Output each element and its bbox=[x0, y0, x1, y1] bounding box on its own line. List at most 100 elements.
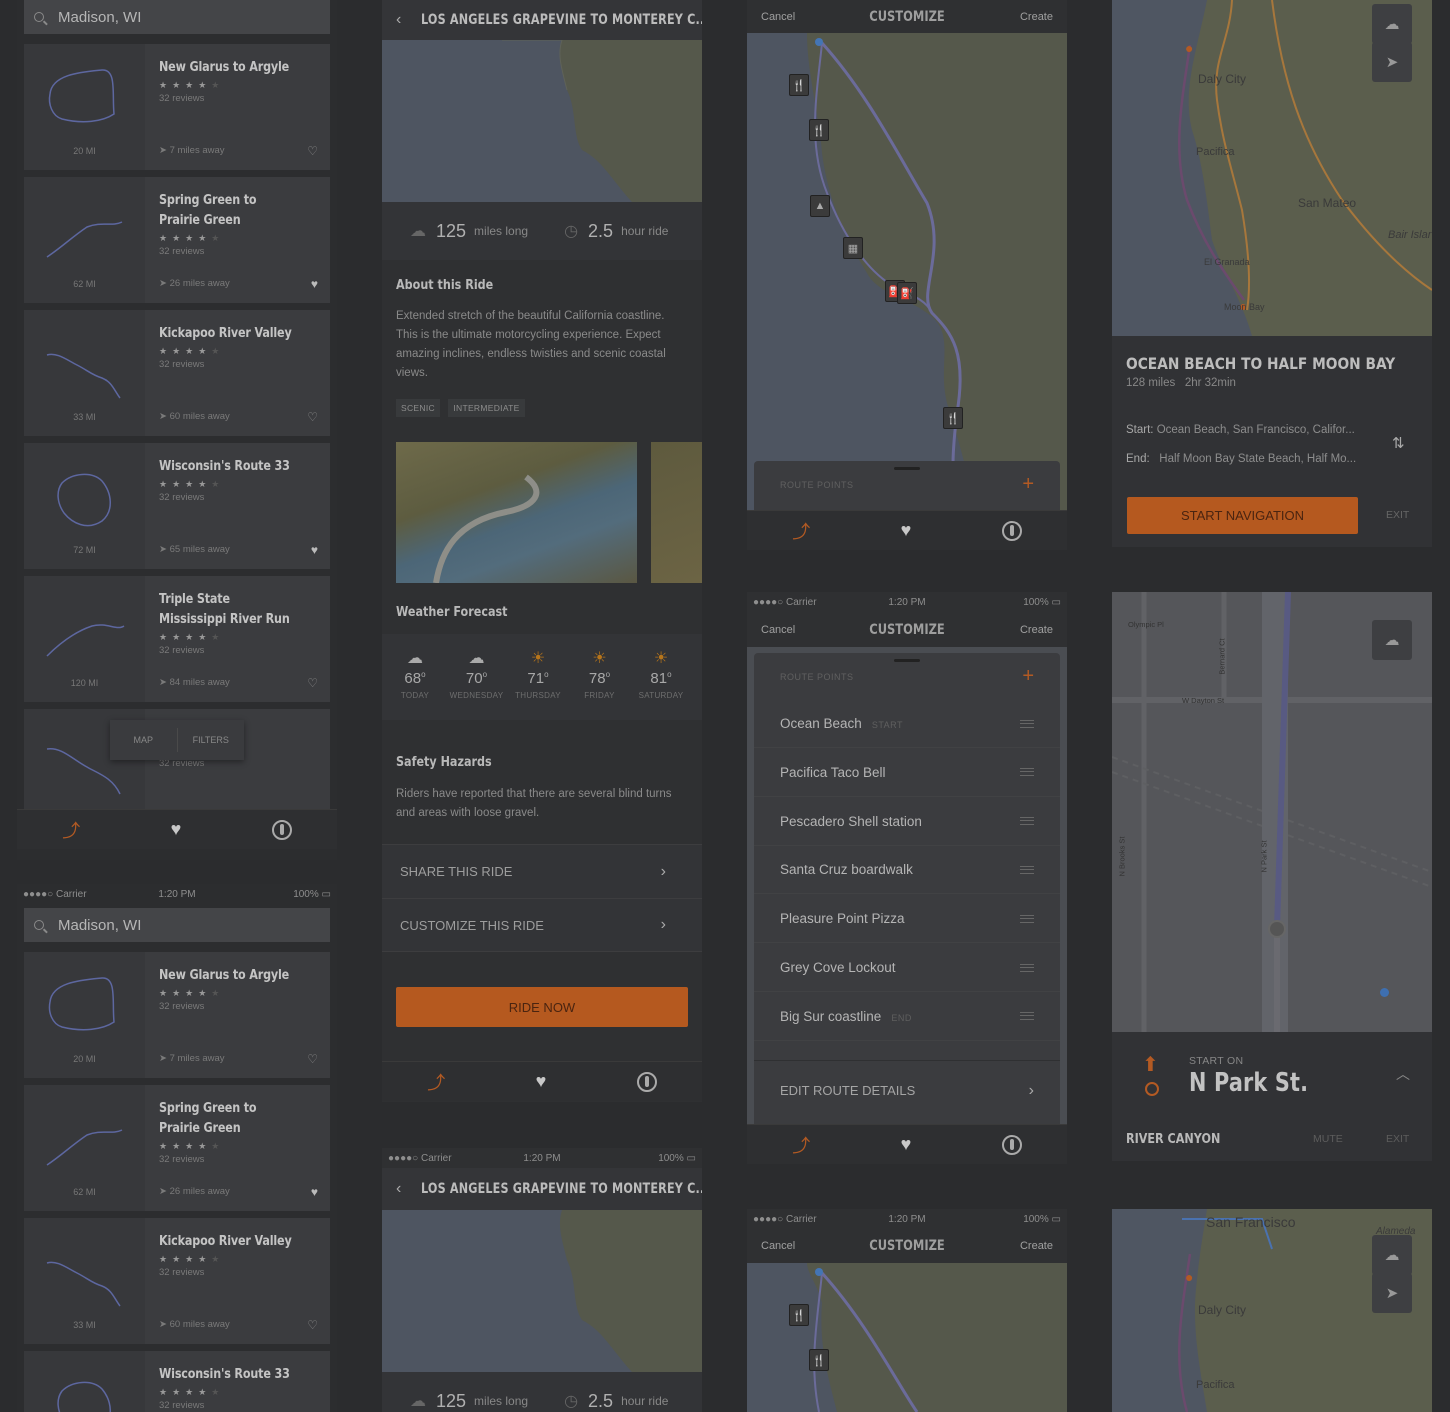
create-button[interactable]: Create bbox=[1020, 624, 1053, 636]
customize-map[interactable]: 🍴 🍴 bbox=[747, 1263, 1067, 1412]
exit-button[interactable]: EXIT bbox=[1386, 509, 1409, 521]
start-pin-icon: ● bbox=[1185, 40, 1194, 56]
route-card[interactable]: 72 MI Wisconsin's Route 33 ★★★★★ 32 revi… bbox=[24, 1351, 330, 1412]
favorite-heart-icon[interactable]: ♡ bbox=[307, 1052, 318, 1066]
favorite-heart-icon[interactable]: ♥ bbox=[311, 277, 318, 291]
route-card[interactable]: 33 MI Kickapoo River Valley ★★★★★ 32 rev… bbox=[24, 1218, 330, 1344]
route-point-item[interactable]: Grey Cove Lockout bbox=[754, 944, 1060, 992]
helmet-button[interactable]: ☁ bbox=[1372, 620, 1412, 660]
camp-marker-icon[interactable]: ▲ bbox=[810, 195, 830, 217]
plus-icon[interactable]: + bbox=[1022, 665, 1034, 688]
favorites-tab-icon[interactable]: ♥ bbox=[536, 1071, 547, 1092]
route-point-item[interactable]: Pleasure Point Pizza bbox=[754, 895, 1060, 944]
map-toggle-button[interactable]: MAP bbox=[110, 720, 177, 760]
helmet-button[interactable]: ☁ bbox=[1372, 4, 1412, 44]
route-tab-icon[interactable]: ⤴ bbox=[427, 1069, 445, 1095]
drag-handle-icon[interactable] bbox=[1020, 963, 1034, 972]
favorites-tab-icon[interactable]: ♥ bbox=[901, 1134, 912, 1155]
route-card[interactable]: 62 MI Spring Green to Prairie Green ★★★★… bbox=[24, 1085, 330, 1211]
edit-route-row[interactable]: EDIT ROUTE DETAILS › bbox=[754, 1060, 1060, 1120]
profile-tab-icon[interactable] bbox=[271, 819, 292, 840]
favorite-heart-icon[interactable]: ♡ bbox=[307, 144, 318, 158]
favorites-tab-icon[interactable]: ♥ bbox=[901, 520, 912, 541]
search-bar-2[interactable]: Madison, WI bbox=[24, 908, 330, 942]
profile-tab-icon[interactable] bbox=[636, 1071, 657, 1092]
route-card[interactable]: 72 MI Wisconsin's Route 33 ★★★★★ 32 revi… bbox=[24, 443, 330, 569]
ride-photo[interactable] bbox=[396, 442, 637, 584]
restaurant-marker-icon[interactable]: 🍴 bbox=[789, 74, 809, 96]
drag-handle-icon[interactable] bbox=[1020, 1012, 1034, 1021]
restaurant-marker-icon[interactable]: 🍴 bbox=[809, 1349, 829, 1371]
exit-button[interactable]: EXIT bbox=[1386, 1133, 1409, 1145]
start-navigation-button[interactable]: START NAVIGATION bbox=[1127, 497, 1358, 534]
photo-marker-icon[interactable]: ▦ bbox=[843, 237, 863, 259]
preview-map[interactable]: ● ● Daly City Pacifica San Mateo Bair Is… bbox=[1112, 0, 1432, 336]
route-card[interactable]: 20 MI New Glarus to Argyle ★★★★★ 32 revi… bbox=[24, 952, 330, 1078]
route-card[interactable]: 120 MI Triple State Mississippi River Ru… bbox=[24, 576, 330, 702]
search-bar[interactable]: Madison, WI bbox=[24, 0, 330, 34]
profile-tab-icon[interactable] bbox=[1001, 1134, 1022, 1155]
rating-stars: ★★★★★ bbox=[159, 479, 225, 489]
drag-handle-icon[interactable] bbox=[1020, 719, 1034, 728]
customize-ride-row[interactable]: CUSTOMIZE THIS RIDE › bbox=[382, 898, 702, 952]
route-tab-icon[interactable]: ⤴ bbox=[792, 1132, 810, 1158]
ride-map[interactable] bbox=[382, 40, 702, 202]
locate-button[interactable]: ➤ bbox=[1372, 42, 1412, 82]
fuel-marker-icon[interactable]: ⛽ bbox=[897, 282, 917, 304]
create-button[interactable]: Create bbox=[1020, 1240, 1053, 1252]
ride-photo-2[interactable] bbox=[651, 442, 702, 583]
favorite-heart-icon[interactable]: ♡ bbox=[307, 1318, 318, 1332]
route-card[interactable]: 33 MI Kickapoo River Valley ★★★★★ 32 rev… bbox=[24, 310, 330, 436]
favorite-heart-icon[interactable]: ♡ bbox=[307, 410, 318, 424]
back-icon[interactable]: ‹ bbox=[396, 11, 401, 29]
street-map[interactable]: Olympic Pl W Dayton St N Brooks St Berna… bbox=[1112, 592, 1432, 1032]
route-tab-icon[interactable]: ⤴ bbox=[62, 817, 80, 843]
back-icon[interactable]: ‹ bbox=[396, 1180, 401, 1198]
route-points-sheet[interactable]: ROUTE POINTS + bbox=[754, 461, 1060, 510]
cancel-button[interactable]: Cancel bbox=[761, 624, 795, 636]
restaurant-marker-icon[interactable]: 🍴 bbox=[789, 1304, 809, 1326]
favorites-tab-icon[interactable]: ♥ bbox=[171, 819, 182, 840]
filters-toggle-button[interactable]: FILTERS bbox=[178, 720, 245, 760]
status-bar: ●●●●○ Carrier 1:20 PM 100% ▭ bbox=[747, 1209, 1067, 1229]
drag-handle-icon[interactable] bbox=[1020, 914, 1034, 923]
search-input[interactable]: Madison, WI bbox=[58, 917, 141, 934]
route-point-item[interactable]: Ocean Beach START bbox=[754, 700, 1060, 748]
customize-map[interactable]: 🍴 🍴 ▲ ▦ ⛽ ⛽ 🍴 bbox=[747, 33, 1067, 510]
swap-icon[interactable]: ⇅ bbox=[1392, 434, 1405, 452]
restaurant-marker-icon[interactable]: 🍴 bbox=[809, 119, 829, 141]
favorite-heart-icon[interactable]: ♥ bbox=[311, 543, 318, 557]
sheet-handle[interactable] bbox=[894, 659, 920, 662]
helmet-button[interactable]: ☁ bbox=[1372, 1235, 1412, 1275]
cancel-button[interactable]: Cancel bbox=[761, 1240, 795, 1252]
ride-now-button[interactable]: RIDE NOW bbox=[396, 987, 688, 1027]
profile-tab-icon[interactable] bbox=[1001, 520, 1022, 541]
favorite-heart-icon[interactable]: ♥ bbox=[311, 1185, 318, 1199]
route-card[interactable]: 20 MI New Glarus to Argyle ★★★★★ 32 revi… bbox=[24, 44, 330, 170]
map-filter-toggle: MAP FILTERS bbox=[110, 720, 244, 760]
drag-handle-icon[interactable] bbox=[1020, 865, 1034, 874]
chevron-up-icon[interactable]: ︿ bbox=[1396, 1064, 1410, 1084]
route-info: New Glarus to Argyle ★★★★★ 32 reviews ➤ … bbox=[145, 44, 330, 170]
route-list: 20 MI New Glarus to Argyle ★★★★★ 32 revi… bbox=[24, 44, 330, 809]
favorite-heart-icon[interactable]: ♡ bbox=[307, 676, 318, 690]
cancel-button[interactable]: Cancel bbox=[761, 11, 795, 23]
ride-map[interactable] bbox=[382, 1210, 702, 1372]
route-tab-icon[interactable]: ⤴ bbox=[792, 518, 810, 544]
plus-icon[interactable]: + bbox=[1022, 473, 1034, 496]
drag-handle-icon[interactable] bbox=[1020, 817, 1034, 826]
route-card[interactable]: 62 MI Spring Green to Prairie Green ★★★★… bbox=[24, 177, 330, 303]
share-ride-row[interactable]: SHARE THIS RIDE › bbox=[382, 844, 702, 898]
route-point-item[interactable]: Pacifica Taco Bell bbox=[754, 749, 1060, 797]
locate-button[interactable]: ➤ bbox=[1372, 1273, 1412, 1313]
preview-map[interactable]: San Francisco Alameda Daly City Pacifica… bbox=[1112, 1209, 1432, 1412]
search-input[interactable]: Madison, WI bbox=[58, 9, 141, 26]
route-point-item[interactable]: Pescadero Shell station bbox=[754, 798, 1060, 846]
create-button[interactable]: Create bbox=[1020, 11, 1053, 23]
route-point-item[interactable]: Big Sur coastline END bbox=[754, 993, 1060, 1041]
drag-handle-icon[interactable] bbox=[1020, 768, 1034, 777]
mute-button[interactable]: MUTE bbox=[1313, 1133, 1343, 1145]
sheet-handle[interactable] bbox=[894, 467, 920, 470]
route-point-item[interactable]: Santa Cruz boardwalk bbox=[754, 846, 1060, 895]
restaurant-marker-icon[interactable]: 🍴 bbox=[943, 407, 963, 429]
